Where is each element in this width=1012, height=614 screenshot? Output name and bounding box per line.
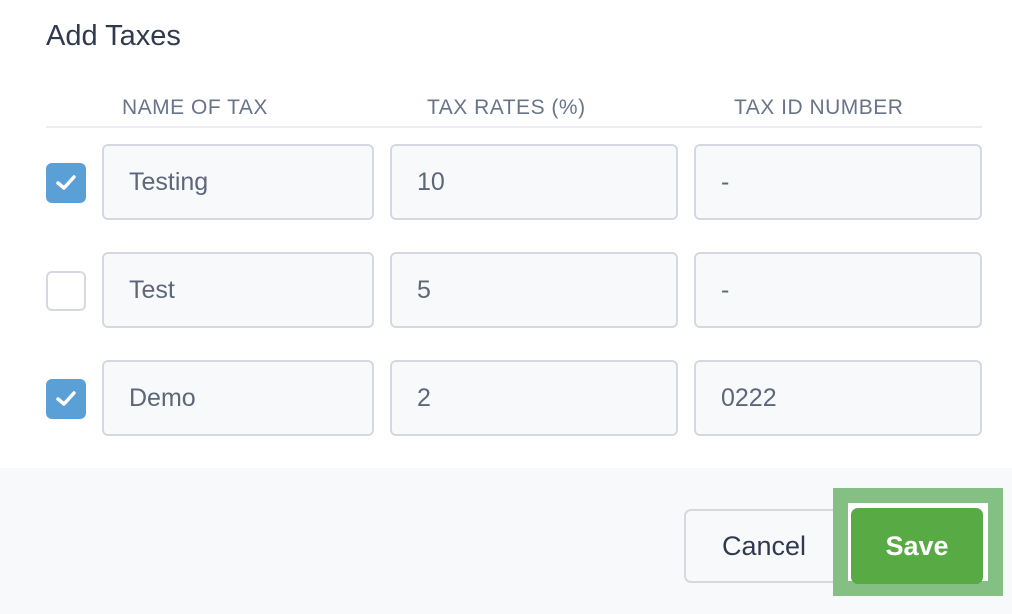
tax-rate-input[interactable]: 10 bbox=[390, 144, 678, 220]
tax-row-checkbox[interactable] bbox=[46, 379, 86, 419]
tax-name-input[interactable]: Demo bbox=[102, 360, 374, 436]
column-header-rate: TAX RATES (%) bbox=[427, 96, 586, 119]
column-header-name: NAME OF TAX bbox=[122, 96, 268, 119]
tax-id-input[interactable]: - bbox=[694, 252, 982, 328]
tax-name-input[interactable]: Testing bbox=[102, 144, 374, 220]
tax-name-input[interactable]: Test bbox=[102, 252, 374, 328]
tax-id-input[interactable]: - bbox=[694, 144, 982, 220]
check-icon bbox=[56, 175, 76, 190]
tax-row: Demo 2 0222 bbox=[0, 360, 1012, 436]
cancel-button[interactable]: Cancel bbox=[684, 509, 844, 583]
column-header-tax-id: TAX ID NUMBER bbox=[734, 96, 904, 119]
save-button[interactable]: Save bbox=[851, 508, 983, 584]
tax-rate-input[interactable]: 2 bbox=[390, 360, 678, 436]
add-taxes-modal-body: Add Taxes NAME OF TAX TAX RATES (%) TAX … bbox=[0, 0, 1012, 468]
tax-rate-input[interactable]: 5 bbox=[390, 252, 678, 328]
tax-row: Test 5 - bbox=[0, 252, 1012, 328]
tax-row: Testing 10 - bbox=[0, 144, 1012, 220]
tax-row-checkbox[interactable] bbox=[46, 163, 86, 203]
check-icon bbox=[56, 391, 76, 406]
modal-title: Add Taxes bbox=[46, 20, 181, 52]
tax-row-checkbox[interactable] bbox=[46, 271, 86, 311]
header-divider bbox=[46, 126, 982, 128]
tax-id-input[interactable]: 0222 bbox=[694, 360, 982, 436]
